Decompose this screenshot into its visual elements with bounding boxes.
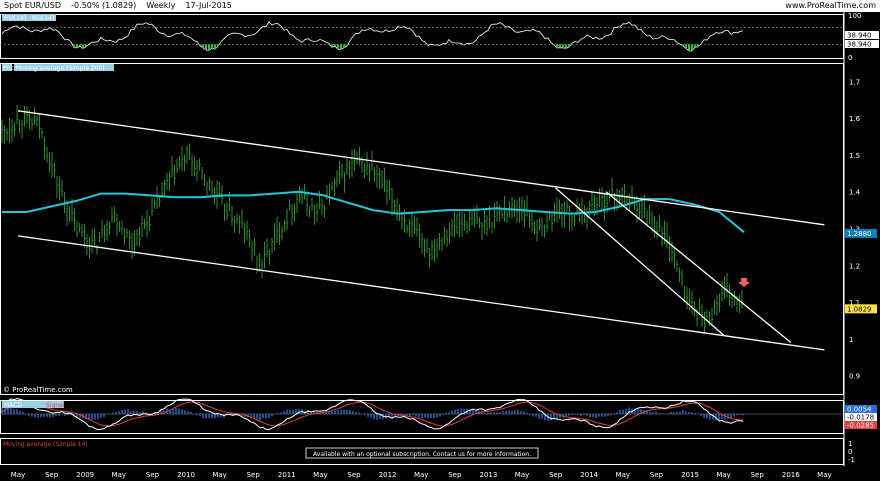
price-value-tag: 1.0829 [847, 305, 872, 313]
x-tick-label: Sep [247, 471, 261, 479]
price-y-tick: 1.2 [849, 262, 860, 270]
x-tick-label: Sep [751, 471, 765, 479]
trend-line [17, 235, 825, 351]
subscription-notice: Available with an optional subscription.… [313, 451, 531, 458]
rsi-value-tag: 38.940 [847, 41, 872, 49]
rsi-legend-tag: RSI[14] [4, 15, 26, 22]
x-tick-label: May [515, 471, 529, 479]
macd-value-tag: 0.0054 [847, 406, 872, 414]
x-tick-label: Sep [549, 471, 563, 479]
macd-legend-tag: MACD [4, 402, 22, 409]
x-tick-label: May [112, 471, 126, 479]
watermark: © ProRealTime.com [3, 386, 73, 394]
price-y-tick: 1.4 [849, 189, 861, 197]
trend-line [17, 110, 825, 226]
x-tick-label: May [414, 471, 428, 479]
rsi-y-tick: 100 [848, 12, 861, 20]
rsi-value-tag: 38.940 [847, 32, 872, 40]
price-y-tick: 0.9 [849, 373, 860, 381]
x-tick-label: Sep [347, 471, 361, 479]
x-tick-label: 2011 [278, 471, 296, 479]
x-tick-label: May [11, 471, 25, 479]
down-arrow-icon [738, 277, 750, 287]
x-tick-label: 2016 [782, 471, 800, 479]
x-tick-label: 2014 [580, 471, 598, 479]
x-tick-label: May [313, 471, 327, 479]
x-tick-label: 2013 [479, 471, 497, 479]
x-tick-label: Sep [448, 471, 462, 479]
ma-value-tag: 1.2880 [847, 230, 872, 238]
trend-line [605, 191, 792, 344]
rsi-y-tick: 0 [848, 54, 852, 62]
ma14-y-tick: -1 [848, 456, 855, 464]
ma14-y-tick: 1 [848, 440, 852, 448]
x-tick-label: Sep [45, 471, 59, 479]
price-y-tick: 1.5 [849, 152, 860, 160]
signal-legend-tag: Signal [46, 402, 65, 409]
x-tick-label: Sep [146, 471, 160, 479]
x-tick-label: 2009 [76, 471, 94, 479]
rsi-line [1, 21, 744, 52]
x-tick-label: May [616, 471, 630, 479]
x-tick-label: 2012 [379, 471, 397, 479]
chart-canvas: May Sep 2009 May Sep 2010 May Sep 2011 May Sep 2012… [0, 12, 879, 479]
x-tick-label: Sep [650, 471, 664, 479]
ma-legend-tag: Moving average (Simple 200) [16, 65, 105, 72]
price-y-tick: 1.7 [849, 78, 860, 86]
x-tick-label: May [817, 471, 831, 479]
macd-value-tag: -0.0285 [847, 422, 874, 430]
ma14-y-tick: 0 [848, 448, 852, 456]
macd-value-tag: -0.0178 [847, 414, 874, 422]
x-tick-label: May [716, 471, 730, 479]
x-tick-label: 2015 [681, 471, 699, 479]
price-y-tick: 1 [849, 336, 853, 344]
x-tick-label: 2010 [177, 471, 195, 479]
x-tick-label: May [212, 471, 226, 479]
rsi-legend-tag: RSI[14] [32, 15, 54, 22]
price-y-tick: 1.6 [849, 115, 861, 123]
ma14-legend: Moving average (Simple 14) [3, 441, 88, 448]
